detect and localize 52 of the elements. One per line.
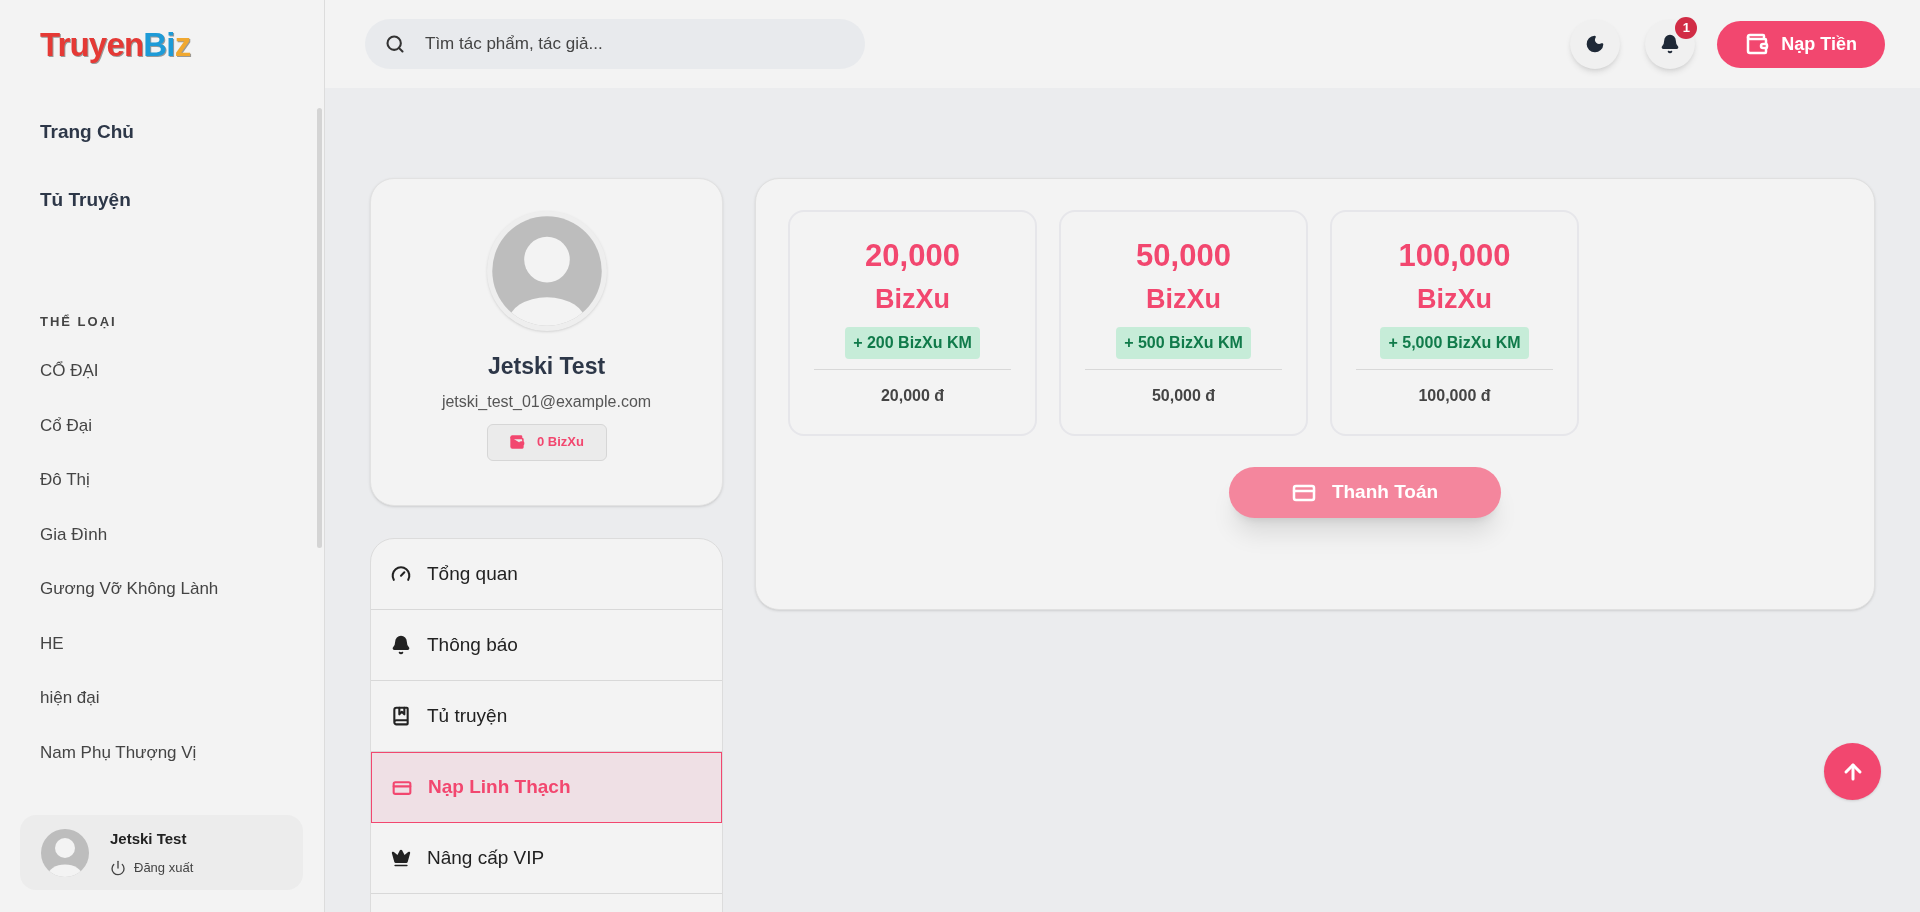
package-amount: 20,000 bbox=[865, 240, 960, 271]
crown-icon bbox=[391, 848, 411, 868]
package-unit: BizXu bbox=[1417, 286, 1492, 313]
search-field[interactable]: Tìm tác phẩm, tác giả... bbox=[365, 19, 865, 69]
menu-item[interactable]: Nâng cấp VIP bbox=[371, 823, 722, 894]
menu-item[interactable]: Thông báo bbox=[371, 610, 722, 681]
bell-icon bbox=[1660, 34, 1681, 54]
genre-link[interactable]: HE bbox=[0, 616, 324, 671]
wallet-icon bbox=[509, 434, 525, 450]
wallet-icon bbox=[1745, 32, 1770, 56]
bonus-badge: + 5,000 BizXu KM bbox=[1380, 327, 1529, 359]
dark-mode-button[interactable] bbox=[1570, 19, 1621, 69]
package-price: 50,000 đ bbox=[1151, 386, 1216, 406]
package-amount: 50,000 bbox=[1136, 240, 1231, 271]
nav-link[interactable]: Trang Chủ bbox=[0, 98, 324, 166]
genre-link[interactable]: Gương Vỡ Không Lành bbox=[0, 561, 324, 616]
package-price: 100,000 đ bbox=[1418, 386, 1491, 406]
genre-link[interactable]: hiện đại bbox=[0, 670, 324, 725]
moon-icon bbox=[1585, 34, 1606, 54]
scroll-to-top-button[interactable] bbox=[1824, 743, 1881, 800]
search-icon bbox=[385, 34, 405, 54]
genre-link[interactable]: CỔ ĐẠI bbox=[0, 343, 324, 398]
nav-link[interactable]: Tủ Truyện bbox=[0, 166, 324, 234]
notification-button[interactable]: 1 bbox=[1645, 19, 1696, 69]
genre-link[interactable]: Nam Phụ Thượng Vị bbox=[0, 725, 324, 780]
profile-name: Jetski Test bbox=[487, 352, 606, 381]
genre-link[interactable]: Đô Thị bbox=[0, 452, 324, 507]
package-unit: BizXu bbox=[875, 286, 950, 313]
bonus-badge: + 500 BizXu KM bbox=[1116, 327, 1251, 359]
bonus-badge: + 200 BizXu KM bbox=[845, 327, 980, 359]
package-amount: 100,000 bbox=[1398, 240, 1511, 271]
logout-link[interactable]: Đăng xuất bbox=[110, 858, 194, 878]
scrollbar-thumb[interactable] bbox=[317, 108, 322, 548]
notification-badge: 1 bbox=[1675, 17, 1698, 39]
genre-link[interactable]: Cổ Đại bbox=[0, 398, 324, 453]
profile-email: jetski_test_01@example.com bbox=[441, 391, 652, 412]
book-icon bbox=[391, 706, 411, 726]
bell-icon bbox=[391, 635, 411, 655]
genre-link[interactable]: Gia Đình bbox=[0, 507, 324, 562]
logo[interactable]: TruyenBiz bbox=[40, 20, 191, 70]
package-card[interactable]: 50,000 BizXu + 500 BizXu KM 50,000 đ bbox=[1059, 210, 1308, 436]
user-name: Jetski Test bbox=[110, 828, 188, 849]
package-unit: BizXu bbox=[1146, 286, 1221, 313]
package-card[interactable]: 20,000 BizXu + 200 BizXu KM 20,000 đ bbox=[788, 210, 1037, 436]
package-card[interactable]: 100,000 BizXu + 5,000 BizXu KM 100,000 đ bbox=[1330, 210, 1579, 436]
menu-item[interactable]: Tổng quan bbox=[371, 539, 722, 610]
power-icon bbox=[110, 859, 126, 876]
topup-button[interactable]: Nạp Tiền bbox=[1717, 20, 1885, 68]
gauge-icon bbox=[391, 564, 411, 584]
package-price: 20,000 đ bbox=[880, 386, 945, 406]
section-title: THỂ LOẠI bbox=[39, 313, 118, 331]
balance-chip: 0 BizXu bbox=[486, 423, 607, 461]
